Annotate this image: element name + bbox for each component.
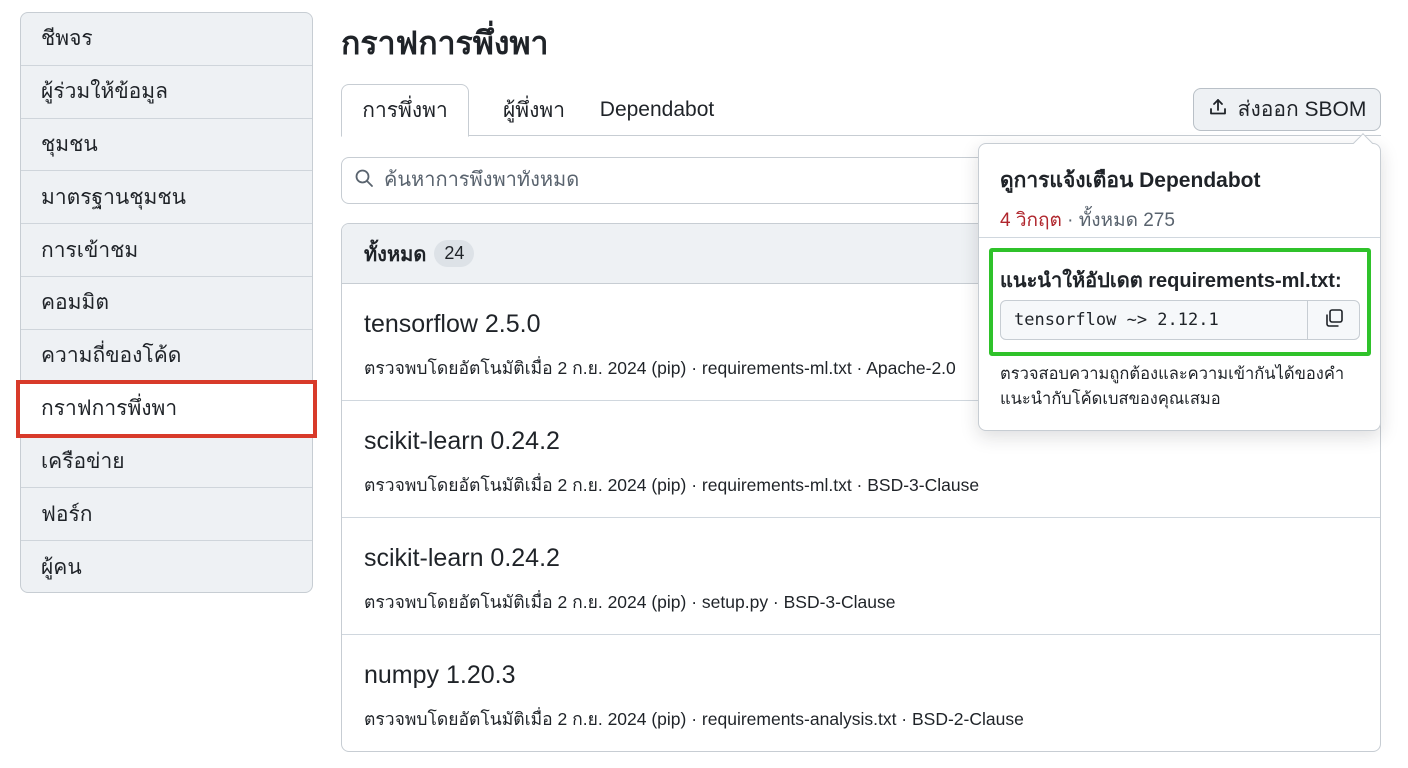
dependency-name[interactable]: scikit-learn 0.24.2 bbox=[364, 544, 560, 573]
sidebar-item-label: ผู้คน bbox=[41, 555, 82, 579]
tab-dependencies[interactable]: การพึ่งพา bbox=[341, 84, 469, 137]
tab-label: ผู้พึ่งพา bbox=[502, 98, 566, 122]
sidebar-item-label: ฟอร์ก bbox=[41, 502, 93, 526]
sidebar-item-label: ชีพจร bbox=[41, 27, 93, 51]
list-header-label: ทั้งหมด bbox=[364, 243, 427, 266]
tab-label: การพึ่งพา bbox=[362, 99, 448, 122]
dependency-name[interactable]: tensorflow 2.5.0 bbox=[364, 310, 541, 339]
recommendation-note: ตรวจสอบความถูกต้องและความเข้ากันได้ของคำ… bbox=[1000, 365, 1345, 408]
sidebar-item-forks[interactable]: ฟอร์ก bbox=[21, 488, 312, 541]
sidebar-item-dependency-graph[interactable]: กราฟการพึ่งพา bbox=[16, 379, 317, 439]
popover-header: ดูการแจ้งเตือน Dependabot 4 วิกฤต · ทั้ง… bbox=[979, 144, 1380, 238]
sidebar-item-contributors[interactable]: ผู้ร่วมให้ข้อมูล bbox=[21, 66, 312, 119]
sidebar-item-community-standards[interactable]: มาตรฐานชุมชน bbox=[21, 171, 312, 225]
sidebar-item-community[interactable]: ชุมชน bbox=[21, 119, 312, 172]
critical-count: 4 วิกฤต bbox=[1000, 210, 1062, 231]
list-item[interactable]: numpy 1.20.3 ตรวจพบโดยอัตโนมัติเมื่อ 2 ก… bbox=[342, 635, 1380, 751]
dependency-meta: ตรวจพบโดยอัตโนมัติเมื่อ 2 ก.ย. 2024 (pip… bbox=[364, 358, 956, 378]
sidebar-item-label: มาตรฐานชุมชน bbox=[41, 185, 186, 209]
count-badge: 24 bbox=[434, 240, 475, 267]
sidebar-item-label: การเข้าชม bbox=[41, 238, 139, 262]
dependency-search[interactable] bbox=[341, 157, 1001, 204]
tab-label: Dependabot bbox=[599, 98, 715, 121]
dependency-meta: ตรวจพบโดยอัตโนมัติเมื่อ 2 ก.ย. 2024 (pip… bbox=[364, 592, 896, 612]
page-title: กราฟการพึ่งพา bbox=[341, 25, 549, 61]
sidebar-item-code-frequency[interactable]: ความถี่ของโค้ด bbox=[21, 330, 312, 383]
sidebar-item-label: ชุมชน bbox=[41, 132, 98, 156]
alert-summary: 4 วิกฤต · ทั้งหมด 275 bbox=[1000, 205, 1380, 235]
total-count: · ทั้งหมด 275 bbox=[1061, 210, 1175, 231]
copy-button[interactable] bbox=[1307, 301, 1359, 339]
recommendation-code-box: tensorflow ~> 2.12.1 bbox=[1000, 300, 1360, 340]
insights-sidebar: ชีพจร ผู้ร่วมให้ข้อมูล ชุมชน มาตรฐานชุมช… bbox=[16, 12, 317, 594]
sidebar-item-label: เครือข่าย bbox=[41, 449, 125, 473]
sidebar-item-pulse[interactable]: ชีพจร bbox=[21, 13, 312, 66]
sidebar-item-people[interactable]: ผู้คน bbox=[21, 541, 312, 594]
sidebar-item-label: กราฟการพึ่งพา bbox=[41, 396, 178, 420]
recommendation-label: แนะนำให้อัปเดต requirements-ml.txt: bbox=[1000, 270, 1342, 292]
dependency-name[interactable]: scikit-learn 0.24.2 bbox=[364, 427, 560, 456]
recommendation-code[interactable]: tensorflow ~> 2.12.1 bbox=[1001, 310, 1307, 330]
dependency-meta: ตรวจพบโดยอัตโนมัติเมื่อ 2 ก.ย. 2024 (pip… bbox=[364, 709, 1024, 729]
sidebar-item-traffic[interactable]: การเข้าชม bbox=[21, 224, 312, 277]
sidebar-item-label: คอมมิต bbox=[41, 291, 109, 315]
tab-dependabot[interactable]: Dependabot bbox=[593, 84, 721, 136]
copy-icon bbox=[1323, 307, 1345, 334]
search-input[interactable] bbox=[384, 169, 984, 192]
sidebar-item-commits[interactable]: คอมมิต bbox=[21, 277, 312, 330]
search-icon bbox=[354, 168, 374, 193]
sidebar-item-label: ผู้ร่วมให้ข้อมูล bbox=[41, 80, 168, 104]
sidebar-item-label: ความถี่ของโค้ด bbox=[41, 344, 182, 368]
dependency-name[interactable]: numpy 1.20.3 bbox=[364, 661, 516, 690]
sidebar-item-network[interactable]: เครือข่าย bbox=[21, 435, 312, 489]
dependabot-alerts-link[interactable]: ดูการแจ้งเตือน Dependabot bbox=[1000, 164, 1380, 197]
list-item[interactable]: scikit-learn 0.24.2 ตรวจพบโดยอัตโนมัติเม… bbox=[342, 518, 1380, 635]
upload-icon bbox=[1208, 97, 1228, 123]
tab-dependents[interactable]: ผู้พึ่งพา bbox=[477, 84, 591, 136]
insights-page: ชีพจร ผู้ร่วมให้ข้อมูล ชุมชน มาตรฐานชุมช… bbox=[0, 0, 1408, 768]
export-sbom-button[interactable]: ส่งออก SBOM bbox=[1193, 88, 1381, 131]
dependency-meta: ตรวจพบโดยอัตโนมัติเมื่อ 2 ก.ย. 2024 (pip… bbox=[364, 475, 980, 495]
dependabot-popover: ดูการแจ้งเตือน Dependabot 4 วิกฤต · ทั้ง… bbox=[978, 143, 1381, 431]
export-sbom-label: ส่งออก SBOM bbox=[1237, 98, 1367, 121]
